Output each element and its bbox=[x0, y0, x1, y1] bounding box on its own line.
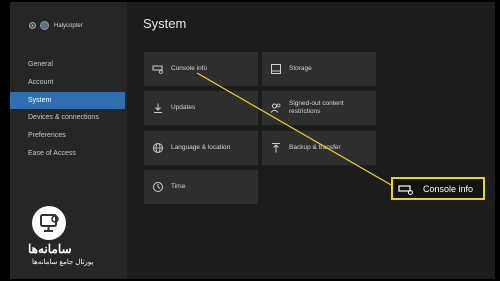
globe-icon bbox=[153, 143, 163, 153]
sidebar-item-account[interactable]: Account bbox=[10, 74, 127, 92]
download-icon bbox=[154, 103, 162, 113]
console-info-tile[interactable]: Console info bbox=[144, 52, 258, 86]
page-title: System bbox=[143, 16, 187, 31]
signed-out-content-restrictions-tile[interactable]: Signed-out content restrictions bbox=[262, 91, 376, 125]
gamertag: Halycopter bbox=[54, 22, 83, 29]
users-icon bbox=[270, 103, 281, 113]
sidebar-item-general[interactable]: General bbox=[10, 56, 127, 74]
avatar[interactable] bbox=[40, 21, 49, 30]
console-info-callout: Console info bbox=[391, 177, 485, 200]
clock-icon bbox=[153, 182, 163, 192]
language-location-tile[interactable]: Language & location bbox=[144, 131, 258, 165]
sidebar-item-devices[interactable]: Devices & connections bbox=[10, 109, 127, 127]
gear-icon[interactable] bbox=[28, 21, 37, 30]
sidebar-item-ease-of-access[interactable]: Ease of Access bbox=[10, 145, 127, 163]
time-tile[interactable]: Time bbox=[144, 170, 258, 204]
monitor-search-icon bbox=[32, 206, 66, 240]
profile: Halycopter bbox=[28, 21, 83, 30]
updates-tile[interactable]: Updates bbox=[144, 91, 258, 125]
sidebar-item-preferences[interactable]: Preferences bbox=[10, 127, 127, 145]
console-icon bbox=[152, 65, 163, 74]
sidebar-item-system[interactable]: System bbox=[10, 91, 125, 110]
storage-tile[interactable]: Storage bbox=[262, 52, 376, 86]
upload-icon bbox=[272, 143, 280, 153]
storage-icon bbox=[271, 64, 281, 74]
sidebar-nav: General Account System Devices & connect… bbox=[10, 56, 127, 163]
backup-transfer-tile[interactable]: Backup & transfer bbox=[262, 131, 376, 165]
main-panel: System Console info Storage Updates Sign… bbox=[127, 2, 495, 279]
watermark-logo: سامانه‌ها پورتال جامع سامانه‌ها bbox=[22, 206, 110, 266]
console-icon bbox=[398, 184, 413, 195]
